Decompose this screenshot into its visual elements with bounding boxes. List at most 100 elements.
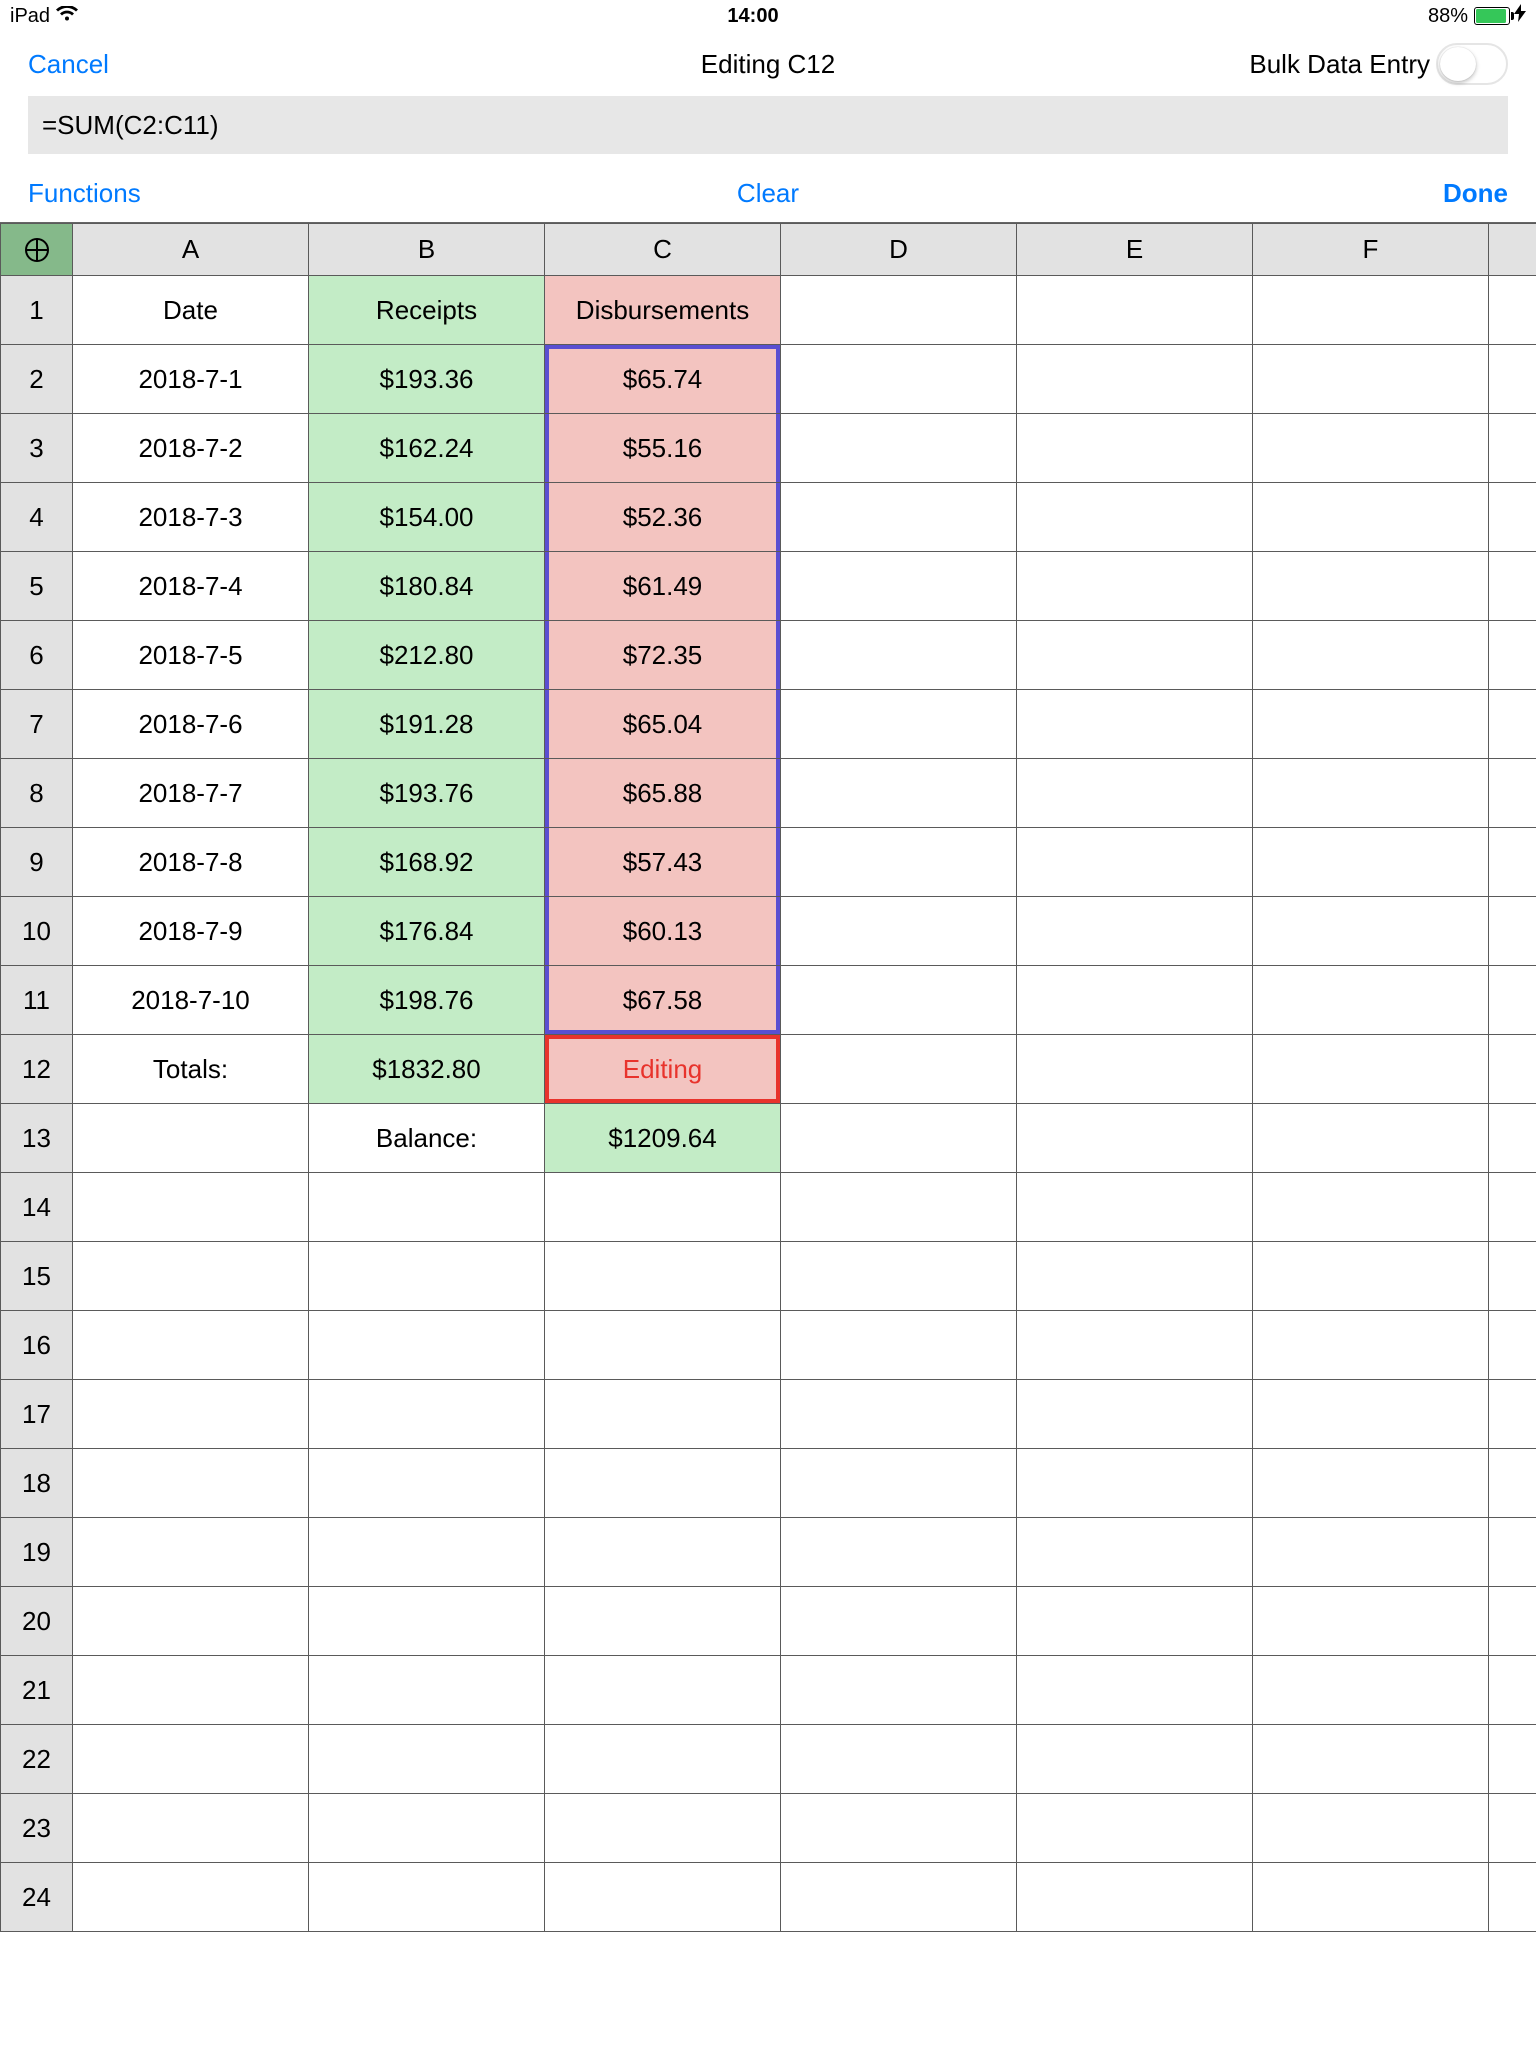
- cell[interactable]: [73, 1587, 309, 1656]
- cell[interactable]: [781, 759, 1017, 828]
- cell[interactable]: [1253, 345, 1489, 414]
- cell[interactable]: [1253, 828, 1489, 897]
- cell[interactable]: [1489, 1173, 1536, 1242]
- cell[interactable]: 2018-7-5: [73, 621, 309, 690]
- cell[interactable]: [309, 1863, 545, 1932]
- cell[interactable]: $198.76: [309, 966, 545, 1035]
- cell[interactable]: [1017, 1035, 1253, 1104]
- cell[interactable]: [1489, 1587, 1536, 1656]
- cell[interactable]: [1489, 621, 1536, 690]
- cell[interactable]: [545, 1242, 781, 1311]
- cell[interactable]: [781, 1242, 1017, 1311]
- cell[interactable]: 2018-7-10: [73, 966, 309, 1035]
- cell[interactable]: [545, 1311, 781, 1380]
- col-header-F[interactable]: F: [1253, 224, 1489, 276]
- cell[interactable]: $67.58: [545, 966, 781, 1035]
- cell[interactable]: [781, 1863, 1017, 1932]
- cell[interactable]: [309, 1242, 545, 1311]
- cell[interactable]: [781, 276, 1017, 345]
- clear-button[interactable]: Clear: [737, 178, 799, 208]
- cell[interactable]: [1489, 1311, 1536, 1380]
- cell[interactable]: [1489, 759, 1536, 828]
- row-header[interactable]: 7: [1, 690, 73, 759]
- cell[interactable]: Date: [73, 276, 309, 345]
- cell[interactable]: [1253, 1518, 1489, 1587]
- cell[interactable]: 2018-7-9: [73, 897, 309, 966]
- cell[interactable]: [1489, 897, 1536, 966]
- cell[interactable]: [1253, 690, 1489, 759]
- cell[interactable]: $168.92: [309, 828, 545, 897]
- cell[interactable]: [1253, 897, 1489, 966]
- cell[interactable]: $55.16: [545, 414, 781, 483]
- cell[interactable]: 2018-7-2: [73, 414, 309, 483]
- row-header[interactable]: 11: [1, 966, 73, 1035]
- cell[interactable]: 2018-7-7: [73, 759, 309, 828]
- cell[interactable]: 2018-7-1: [73, 345, 309, 414]
- functions-button[interactable]: Functions: [28, 178, 141, 208]
- cell[interactable]: [1489, 1380, 1536, 1449]
- cell[interactable]: [309, 1380, 545, 1449]
- cell[interactable]: [1253, 1311, 1489, 1380]
- col-header-overflow[interactable]: [1489, 224, 1536, 276]
- cell[interactable]: Disbursements: [545, 276, 781, 345]
- cell[interactable]: [1253, 1794, 1489, 1863]
- cell[interactable]: [73, 1518, 309, 1587]
- cell[interactable]: [1253, 1173, 1489, 1242]
- cell[interactable]: [309, 1587, 545, 1656]
- cell[interactable]: [545, 1173, 781, 1242]
- cell[interactable]: [73, 1380, 309, 1449]
- cell[interactable]: [1489, 414, 1536, 483]
- cell[interactable]: [1489, 552, 1536, 621]
- col-header-A[interactable]: A: [73, 224, 309, 276]
- cell[interactable]: $193.36: [309, 345, 545, 414]
- cell[interactable]: [1017, 552, 1253, 621]
- cell[interactable]: $191.28: [309, 690, 545, 759]
- cell[interactable]: [545, 1449, 781, 1518]
- cell[interactable]: [1489, 1794, 1536, 1863]
- cell[interactable]: [309, 1449, 545, 1518]
- cell[interactable]: [73, 1173, 309, 1242]
- cell[interactable]: [309, 1311, 545, 1380]
- cell[interactable]: [1017, 1173, 1253, 1242]
- cell[interactable]: [1017, 828, 1253, 897]
- cell[interactable]: [781, 1725, 1017, 1794]
- row-header[interactable]: 4: [1, 483, 73, 552]
- cell[interactable]: [781, 1311, 1017, 1380]
- cell[interactable]: [1253, 414, 1489, 483]
- cell[interactable]: $212.80: [309, 621, 545, 690]
- row-header[interactable]: 13: [1, 1104, 73, 1173]
- cell[interactable]: $162.24: [309, 414, 545, 483]
- cell[interactable]: $57.43: [545, 828, 781, 897]
- row-header[interactable]: 20: [1, 1587, 73, 1656]
- row-header[interactable]: 5: [1, 552, 73, 621]
- cell[interactable]: [1017, 1104, 1253, 1173]
- cell[interactable]: [1489, 1725, 1536, 1794]
- cell[interactable]: [1017, 1380, 1253, 1449]
- cell[interactable]: [781, 1449, 1017, 1518]
- cell[interactable]: [1489, 1449, 1536, 1518]
- cell[interactable]: [73, 1242, 309, 1311]
- cell[interactable]: [1253, 552, 1489, 621]
- editing-cell-C12[interactable]: Editing: [545, 1035, 781, 1104]
- cell[interactable]: [545, 1656, 781, 1725]
- cell[interactable]: $154.00: [309, 483, 545, 552]
- cell[interactable]: [73, 1449, 309, 1518]
- cell[interactable]: [1253, 621, 1489, 690]
- cell[interactable]: [545, 1380, 781, 1449]
- cell[interactable]: [1253, 1863, 1489, 1932]
- cell[interactable]: [1489, 1656, 1536, 1725]
- row-header[interactable]: 24: [1, 1863, 73, 1932]
- row-header[interactable]: 6: [1, 621, 73, 690]
- cell[interactable]: [309, 1656, 545, 1725]
- cell[interactable]: 2018-7-8: [73, 828, 309, 897]
- row-header[interactable]: 22: [1, 1725, 73, 1794]
- cell[interactable]: [1489, 345, 1536, 414]
- row-header[interactable]: 21: [1, 1656, 73, 1725]
- cell[interactable]: 2018-7-6: [73, 690, 309, 759]
- cell[interactable]: [1489, 690, 1536, 759]
- cell[interactable]: [1253, 1242, 1489, 1311]
- cell[interactable]: [781, 1518, 1017, 1587]
- cell[interactable]: [781, 897, 1017, 966]
- cell[interactable]: [1489, 483, 1536, 552]
- row-header[interactable]: 3: [1, 414, 73, 483]
